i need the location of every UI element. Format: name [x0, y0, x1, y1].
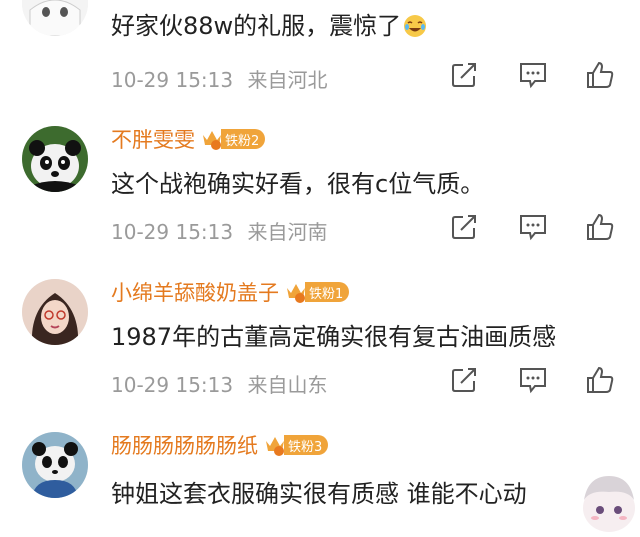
share-icon	[452, 63, 476, 87]
fan-crown-icon	[201, 127, 223, 151]
reply-icon	[520, 63, 546, 89]
avatar[interactable]	[22, 0, 88, 36]
reply-button[interactable]	[518, 212, 548, 242]
share-icon	[452, 368, 476, 392]
like-button[interactable]	[585, 60, 615, 90]
share-button[interactable]	[449, 60, 479, 90]
comment-text: 好家伙88w的礼服，震惊了	[111, 6, 427, 41]
comment-text: 钟姐这套衣服确实很有质感 谁能不心动	[111, 480, 527, 508]
share-button[interactable]	[449, 212, 479, 242]
comment-text: 1987年的古董高定确实很有复古油画质感	[111, 323, 557, 351]
username-row: 不胖雯雯 铁粉2	[111, 124, 266, 154]
fan-badge: 铁粉3	[284, 435, 329, 455]
reply-icon	[520, 368, 546, 394]
username[interactable]: 不胖雯雯	[111, 124, 195, 154]
share-button[interactable]	[449, 365, 479, 395]
comment-date: 10-29 15:13	[111, 373, 234, 397]
comment-location: 来自河南	[247, 220, 328, 244]
avatar[interactable]	[22, 432, 88, 498]
username[interactable]: 小绵羊舔酸奶盖子	[111, 277, 279, 307]
like-button[interactable]	[585, 212, 615, 242]
username-row: 小绵羊舔酸奶盖子 铁粉1	[111, 277, 350, 307]
reply-button[interactable]	[518, 60, 548, 90]
reply-button[interactable]	[518, 365, 548, 395]
comment-location: 来自河北	[247, 68, 328, 92]
comment-date: 10-29 15:13	[111, 68, 234, 92]
username-row: 肠肠肠肠肠肠纸 铁粉3	[111, 430, 329, 460]
comment-date: 10-29 15:13	[111, 220, 234, 244]
fan-badge: 铁粉2	[221, 129, 266, 149]
fan-badge: 铁粉1	[305, 282, 350, 302]
comment-meta: 10-29 15:13 来自河北	[111, 64, 327, 93]
avatar[interactable]	[22, 279, 88, 345]
comment-text: 这个战袍确实好看，很有c位气质。	[111, 170, 485, 198]
laugh-cry-emoji-icon	[403, 14, 427, 38]
like-icon	[587, 366, 614, 393]
fan-crown-icon	[264, 433, 286, 457]
like-icon	[587, 61, 614, 88]
like-icon	[587, 213, 614, 240]
avatar[interactable]	[22, 126, 88, 192]
comment-meta: 10-29 15:13 来自河南	[111, 216, 327, 245]
comment-location: 来自山东	[247, 373, 328, 397]
anime-sticker	[578, 470, 640, 533]
reply-icon	[520, 215, 546, 241]
fan-crown-icon	[285, 280, 307, 304]
like-button[interactable]	[585, 365, 615, 395]
username[interactable]: 肠肠肠肠肠肠纸	[111, 430, 258, 460]
comment-meta: 10-29 15:13 来自山东	[111, 369, 327, 398]
share-icon	[452, 215, 476, 239]
